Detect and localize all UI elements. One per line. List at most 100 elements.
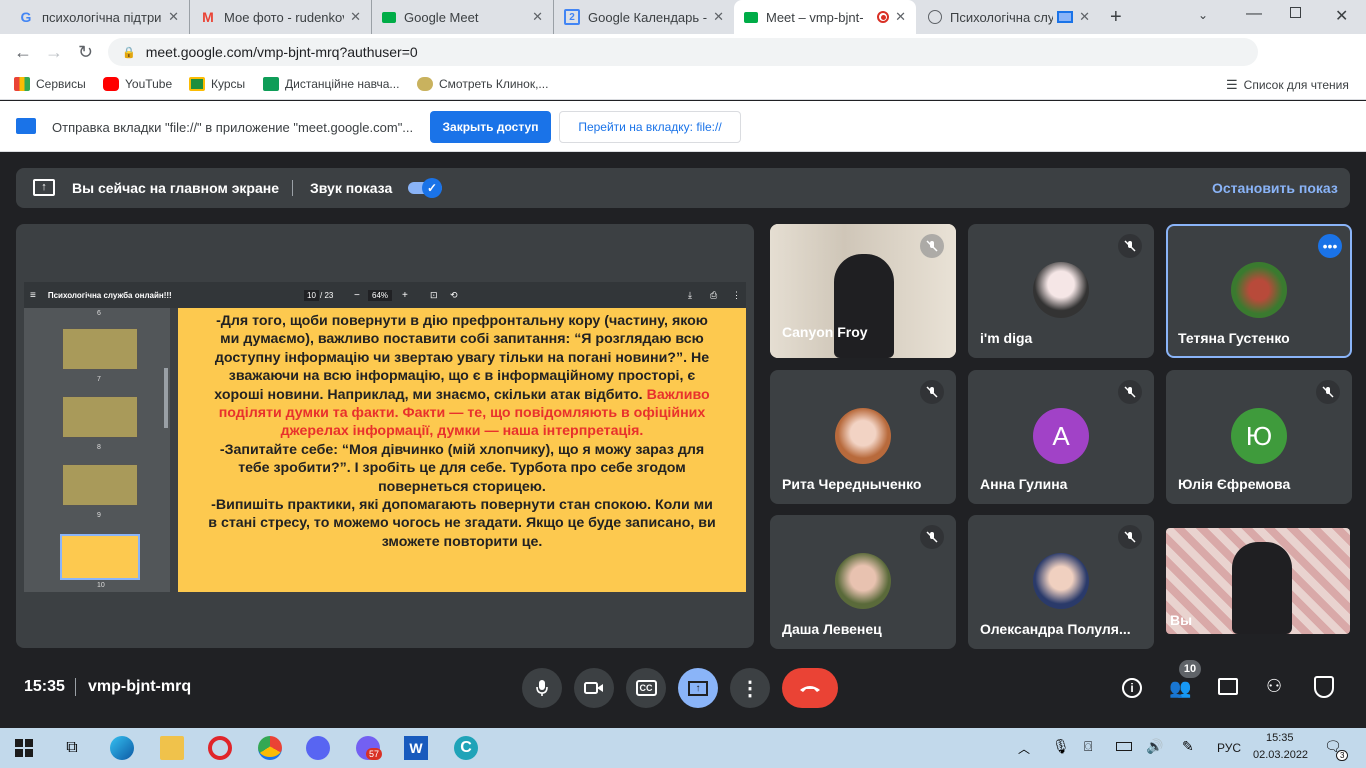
reading-list-label: Список для чтения [1243,78,1349,92]
pdf-thumbnail[interactable] [62,464,138,506]
reload-icon[interactable]: ↻ [78,42,93,63]
participant-tile-active[interactable]: ••• Тетяна Густенко [1166,224,1352,358]
print-icon[interactable]: ⎙ [710,290,717,301]
chevron-down-icon[interactable]: ⌄ [1198,8,1208,22]
apps-icon [14,77,30,91]
clock-time[interactable]: 15:35 [1266,732,1294,744]
participant-tile[interactable]: А Анна Гулина [968,370,1154,504]
close-icon[interactable]: ✕ [350,9,361,25]
google-icon: G [20,9,32,25]
language-indicator[interactable]: РУС [1217,741,1241,755]
address-bar[interactable]: 🔒 meet.google.com/vmp-bjnt-mrq?authuser=… [108,38,1258,66]
participant-tile[interactable]: Рита Чередныченко [770,370,956,504]
rotate-icon[interactable]: ⟲ [450,290,458,301]
zoom-in-icon[interactable]: + [402,290,408,301]
participant-avatar [835,408,891,464]
self-view-tile[interactable]: Вы [1166,528,1350,634]
participant-avatar [1033,262,1089,318]
bookmark-distance[interactable]: Дистанційне навча... [263,77,399,91]
task-view-icon[interactable]: ⧉ [60,736,84,760]
clock-date[interactable]: 02.03.2022 [1253,749,1308,761]
tab-5-active[interactable]: Meet – vmp-bjnt- ✕ [734,0,916,34]
bookmark-services[interactable]: Сервисы [14,77,86,91]
close-icon[interactable]: ✕ [895,9,906,25]
bookmark-courses[interactable]: Курсы [189,77,245,91]
fit-page-icon[interactable]: ⊡ [430,290,438,301]
stop-presenting-button[interactable]: Остановить показ [1212,180,1338,196]
present-button[interactable]: ↑ [678,668,718,708]
file-explorer-icon[interactable] [160,736,184,760]
tab-1[interactable]: G психологічна підтрим ✕ [8,0,190,34]
participant-name: Вы [1170,612,1193,628]
discord-icon[interactable] [306,736,330,760]
windows-taskbar: ⧉ 57 W C ︿ 🎙 ⌼ 🔊 ✎ РУС 15:35 02.03.2022 … [0,728,1366,768]
download-icon[interactable]: ⤓ [688,290,692,301]
close-icon[interactable]: ✕ [713,9,724,25]
captions-button[interactable]: CC [626,668,666,708]
minimize-icon[interactable]: — [1246,5,1262,23]
camera-button[interactable] [574,668,614,708]
chevron-up-icon[interactable]: ︿ [1018,740,1030,757]
stop-sharing-button[interactable]: Закрыть доступ [430,111,551,143]
participant-avatar [1231,262,1287,318]
more-icon[interactable]: ⋮ [732,290,741,301]
restore-icon[interactable] [1290,7,1301,18]
pdf-menu-icon[interactable]: ≡ [30,290,36,301]
pen-icon[interactable]: ✎ [1182,738,1194,755]
meet-icon [382,11,396,23]
people-icon[interactable]: 👥 [1169,678,1191,699]
thumb-scrollbar[interactable] [164,368,168,428]
microphone-tray-icon[interactable]: 🎙 [1052,738,1070,755]
zoom-out-icon[interactable]: − [354,290,360,301]
host-controls-icon[interactable] [1314,676,1334,698]
activities-icon[interactable]: ⚇ [1266,676,1282,697]
tab-3[interactable]: Google Meet ✕ [372,0,554,34]
new-tab-icon[interactable]: + [1110,6,1122,29]
pdf-toolbar: ≡ Психологічна служба онлайн!!! 10 / 23 … [24,282,746,308]
participant-tile[interactable]: Олександра Полуля... [968,515,1154,649]
anime-icon [417,77,433,91]
pdf-page-input[interactable]: 10 [304,289,319,301]
pdf-thumbnail[interactable] [62,328,138,370]
participant-tile[interactable]: i'm diga [968,224,1154,358]
more-options-icon[interactable]: ••• [1318,234,1342,258]
back-icon[interactable]: ← [14,42,32,63]
pdf-thumbnail[interactable] [62,396,138,438]
lock-icon: 🔒 [122,46,136,59]
participant-name: i'm diga [980,330,1033,346]
sound-toggle[interactable]: ✓ [408,178,442,198]
battery-icon[interactable] [1116,742,1132,751]
chat-icon[interactable] [1218,678,1238,695]
participant-tile[interactable]: Ю Юлія Єфремова [1166,370,1352,504]
more-options-button[interactable]: ⋮ [730,668,770,708]
pdf-thumbnail-current[interactable] [60,534,140,580]
presenting-text: Вы сейчас на главном экране [72,180,280,196]
close-icon[interactable]: ✕ [168,9,179,25]
tab-2[interactable]: M Мое фото - rudenkov ✕ [190,0,372,34]
tab-6[interactable]: Психологічна слу ✕ [918,0,1100,34]
leave-call-button[interactable] [782,668,838,708]
info-icon[interactable]: i [1122,678,1142,698]
pdf-zoom[interactable]: 64% [368,289,393,301]
opera-icon[interactable] [208,736,232,760]
windows-start-icon[interactable] [12,736,36,760]
camera-tray-icon[interactable]: ⌼ [1084,738,1092,755]
forward-icon[interactable]: → [45,42,63,63]
bookmark-watch[interactable]: Смотреть Клинок,... [417,77,548,91]
mic-off-icon [1118,234,1142,258]
participant-tile[interactable]: Canyon Froy [770,224,956,358]
switch-tab-button[interactable]: Перейти на вкладку: file:// [559,111,741,143]
tab-4[interactable]: 2 Google Календарь - с ✕ [554,0,734,34]
bookmark-youtube[interactable]: YouTube [103,77,172,91]
mic-button[interactable] [522,668,562,708]
edge-icon[interactable] [110,736,134,760]
volume-icon[interactable]: 🔊 [1146,738,1163,755]
close-icon[interactable]: ✕ [532,9,543,25]
app-icon[interactable]: C [454,736,478,760]
participant-tile[interactable]: Даша Левенец [770,515,956,649]
close-window-icon[interactable]: ✕ [1335,6,1348,26]
chrome-icon[interactable] [258,736,282,760]
close-icon[interactable]: ✕ [1079,9,1090,25]
reading-list[interactable]: ☰ Список для чтения [1226,77,1349,93]
word-icon[interactable]: W [404,736,428,760]
